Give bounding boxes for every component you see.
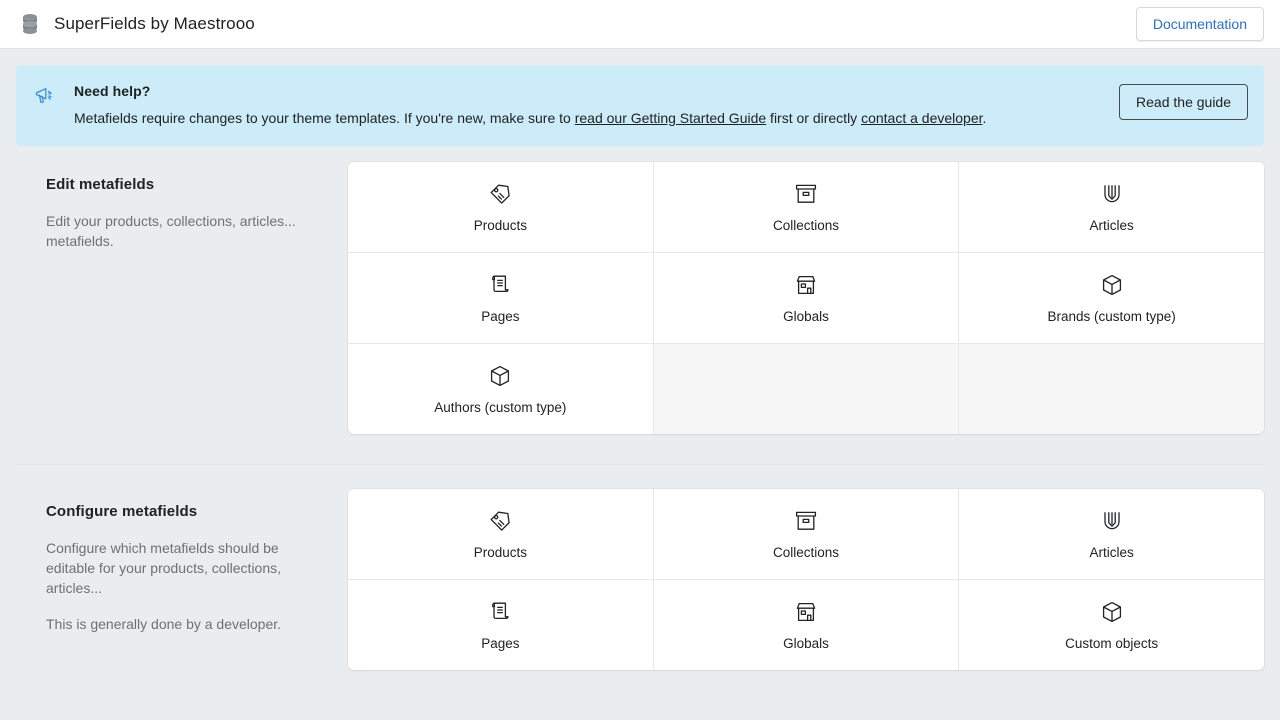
cell-label: Products <box>473 544 527 560</box>
banner-text-part1: Metafields require changes to your theme… <box>74 110 575 126</box>
cell-label: Articles <box>1089 217 1134 233</box>
scroll-document-icon <box>487 272 513 298</box>
storefront-icon <box>793 599 819 625</box>
megaphone-icon <box>34 85 56 107</box>
help-banner: Need help? Metafields require changes to… <box>16 65 1264 146</box>
cube-icon <box>487 363 513 389</box>
configure-cell-articles[interactable]: Articles <box>959 489 1264 579</box>
scroll-document-icon <box>487 599 513 625</box>
edit-metafields-section: Edit metafields Edit your products, coll… <box>0 162 1280 434</box>
configure-cell-globals[interactable]: Globals <box>653 580 959 670</box>
edit-metafields-aside: Edit metafields Edit your products, coll… <box>16 162 348 251</box>
brand: SuperFields by Maestrooo <box>20 13 255 35</box>
documentation-button[interactable]: Documentation <box>1135 7 1264 41</box>
edit-cell-brands[interactable]: Brands (custom type) <box>959 253 1264 343</box>
tag-icon <box>487 181 513 207</box>
archive-box-icon <box>793 508 819 534</box>
section-divider <box>16 464 1264 465</box>
edit-cell-products[interactable]: Products <box>348 162 653 252</box>
configure-metafields-heading: Configure metafields <box>46 503 198 520</box>
edit-cell-articles[interactable]: Articles <box>959 162 1264 252</box>
cell-label: Articles <box>1089 544 1134 560</box>
grid-empty-cell <box>959 344 1264 434</box>
cell-label: Collections <box>772 217 839 233</box>
banner-body: Need help? Metafields require changes to… <box>74 82 1101 128</box>
grid-empty-cell <box>653 344 959 434</box>
contact-developer-link[interactable]: contact a developer <box>861 110 982 126</box>
banner-text-part2: first or directly <box>766 110 862 126</box>
edit-metafields-card: Products Collections Articles Pages Glob… <box>348 162 1264 434</box>
configure-metafields-main: Products Collections Articles Pages Glob… <box>348 489 1264 670</box>
getting-started-guide-link[interactable]: read our Getting Started Guide <box>575 110 766 126</box>
edit-cell-globals[interactable]: Globals <box>653 253 959 343</box>
read-the-guide-button[interactable]: Read the guide <box>1119 84 1248 120</box>
cube-icon <box>1099 272 1125 298</box>
pen-nib-icon <box>1099 181 1125 207</box>
cell-label: Globals <box>783 308 829 324</box>
cell-label: Pages <box>481 308 520 324</box>
tag-icon <box>487 508 513 534</box>
configure-metafields-card: Products Collections Articles Pages Glob… <box>348 489 1264 670</box>
top-bar: SuperFields by Maestrooo Documentation <box>0 0 1280 49</box>
cube-icon <box>1099 599 1125 625</box>
configure-metafields-aside: Configure metafields Configure which met… <box>16 489 348 634</box>
app-title: SuperFields by Maestrooo <box>54 14 255 33</box>
configure-cell-pages[interactable]: Pages <box>348 580 653 670</box>
database-stack-icon <box>20 13 40 35</box>
pen-nib-icon <box>1099 508 1125 534</box>
edit-metafields-grid: Products Collections Articles Pages Glob… <box>348 162 1264 434</box>
edit-cell-authors[interactable]: Authors (custom type) <box>348 344 653 434</box>
configure-metafields-section: Configure metafields Configure which met… <box>0 489 1280 670</box>
configure-cell-collections[interactable]: Collections <box>653 489 959 579</box>
cell-label: Collections <box>772 544 839 560</box>
cell-label: Authors (custom type) <box>434 399 567 415</box>
banner-text: Metafields require changes to your theme… <box>74 108 1101 128</box>
configure-cell-custom-objects[interactable]: Custom objects <box>959 580 1264 670</box>
configure-cell-products[interactable]: Products <box>348 489 653 579</box>
cell-label: Custom objects <box>1065 635 1159 651</box>
configure-metafields-description-1: Configure which metafields should be edi… <box>46 540 282 596</box>
cell-label: Brands (custom type) <box>1047 308 1176 324</box>
edit-cell-collections[interactable]: Collections <box>653 162 959 252</box>
configure-metafields-description-2: This is generally done by a developer. <box>46 616 282 632</box>
banner-text-part3: . <box>982 110 987 126</box>
edit-metafields-description: Edit your products, collections, article… <box>46 213 296 249</box>
cell-label: Pages <box>481 635 520 651</box>
archive-box-icon <box>793 181 819 207</box>
edit-metafields-main: Products Collections Articles Pages Glob… <box>348 162 1264 434</box>
edit-cell-pages[interactable]: Pages <box>348 253 653 343</box>
storefront-icon <box>793 272 819 298</box>
cell-label: Globals <box>783 635 829 651</box>
edit-metafields-heading: Edit metafields <box>46 176 155 193</box>
cell-label: Products <box>473 217 527 233</box>
banner-title: Need help? <box>74 83 151 99</box>
configure-metafields-grid: Products Collections Articles Pages Glob… <box>348 489 1264 670</box>
banner-action: Read the guide <box>1119 82 1248 120</box>
